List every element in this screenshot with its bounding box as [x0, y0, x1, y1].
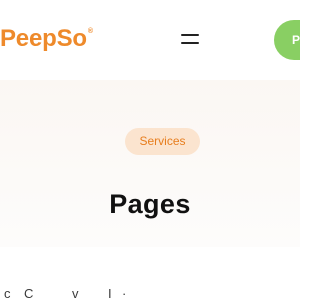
cropped-text-fragment: v: [72, 286, 79, 300]
page-title: Pages: [109, 189, 191, 220]
page-hero: [0, 80, 300, 247]
registered-mark: ®: [87, 28, 93, 35]
cropped-text-fragment: c: [4, 286, 11, 300]
peepso-logo[interactable]: PeepSo ®: [0, 22, 93, 56]
site-header: PeepSo ® P: [0, 0, 300, 80]
cropped-content-row: c C v I ·: [0, 286, 300, 300]
brand-name: PeepSo: [0, 25, 87, 52]
page: PeepSo ® P Services Pages c C v I ·: [0, 0, 300, 300]
services-badge: Services: [125, 128, 200, 155]
menu-line: [181, 34, 199, 36]
cropped-text-fragment: I: [108, 286, 112, 300]
cropped-text-fragment: C: [24, 286, 34, 300]
header-action-button[interactable]: P: [274, 20, 300, 60]
cropped-text-fragment: ·: [122, 286, 127, 300]
menu-line: [181, 42, 199, 44]
menu-icon[interactable]: [181, 31, 199, 47]
